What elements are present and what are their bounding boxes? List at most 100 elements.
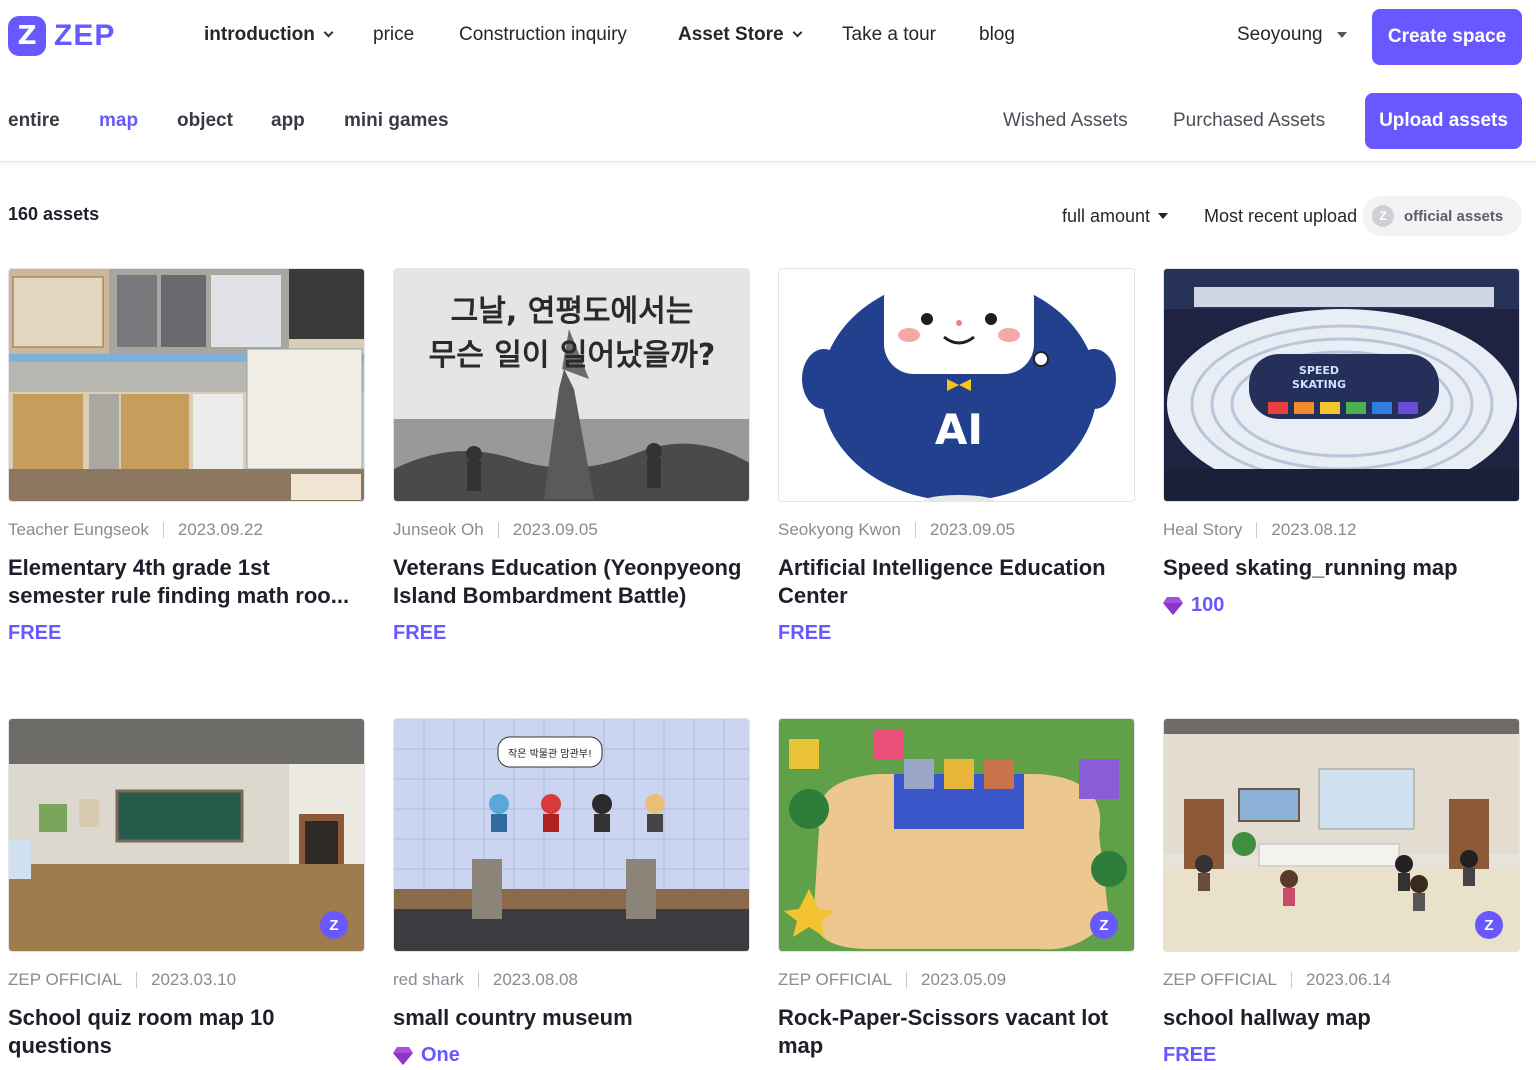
card-meta: ZEP OFFICIAL 2023.06.14: [1163, 970, 1520, 990]
card-price-label: FREE: [8, 622, 62, 644]
card-author[interactable]: Junseok Oh: [393, 520, 484, 540]
meta-divider: [1291, 972, 1292, 988]
asset-card[interactable]: SPEED SKATING Heal Story 2023.08.12 Spee…: [1163, 268, 1520, 617]
map-thumbnail[interactable]: SPEED SKATING: [1163, 268, 1520, 502]
card-title[interactable]: Artificial Intelligence Education Center: [778, 554, 1135, 610]
price-filter-dropdown[interactable]: full amount: [1062, 206, 1169, 227]
asset-card[interactable]: 그날, 연평도에서는 무슨 일이 일어났을까? Junseok Oh 2023.…: [393, 268, 750, 645]
price-filter-label: full amount: [1062, 206, 1151, 226]
classroom-map-image: [9, 269, 364, 501]
card-date: 2023.08.08: [492, 970, 578, 989]
vacant-lot-image: [779, 719, 1134, 951]
zep-official-badge: Z: [320, 911, 348, 939]
map-thumbnail[interactable]: AI: [778, 268, 1135, 502]
asset-card[interactable]: 작은 박물관 맘관부! red shark 2023.08.08 small c…: [393, 718, 750, 1067]
card-meta: Heal Story 2023.08.12: [1163, 520, 1520, 540]
zep-logo[interactable]: Z ZEP: [8, 16, 115, 56]
nav-construction-inquiry[interactable]: Construction inquiry: [459, 24, 627, 46]
meta-divider: [477, 972, 479, 988]
card-date: 2023.09.22: [177, 520, 263, 539]
zep-logo-icon: Z: [8, 16, 46, 56]
card-title[interactable]: small country museum: [393, 1004, 750, 1032]
sort-label: Most recent upload: [1204, 206, 1358, 226]
create-space-button[interactable]: Create space: [1372, 9, 1522, 65]
card-price: 100: [1163, 594, 1520, 617]
nav-take-a-tour[interactable]: Take a tour: [842, 24, 936, 46]
z-icon: Z: [1372, 205, 1394, 227]
nav-blog-label: blog: [979, 24, 1015, 45]
nav-price-label: price: [373, 24, 415, 45]
card-author[interactable]: Teacher Eungseok: [8, 520, 149, 540]
asset-card[interactable]: Z ZEP OFFICIAL 2023.03.10 School quiz ro…: [8, 718, 365, 1060]
map-thumbnail[interactable]: Z: [778, 718, 1135, 952]
card-price: FREE: [393, 622, 750, 645]
card-meta: Seokyong Kwon 2023.09.05: [778, 520, 1135, 540]
user-menu[interactable]: Seoyoung: [1237, 24, 1347, 46]
meta-divider: [136, 972, 137, 988]
map-thumbnail[interactable]: [8, 268, 365, 502]
card-date: 2023.05.09: [921, 970, 1007, 989]
meta-divider: [1256, 522, 1258, 538]
purchased-assets-link[interactable]: Purchased Assets: [1173, 110, 1325, 132]
card-author[interactable]: ZEP OFFICIAL: [8, 970, 122, 990]
tab-object[interactable]: object: [177, 110, 233, 132]
card-date: 2023.09.05: [512, 520, 598, 539]
skating-rink-image: SPEED SKATING: [1164, 269, 1519, 501]
official-assets-toggle[interactable]: Z official assets: [1362, 196, 1522, 236]
nav-introduction-label: introduction: [204, 24, 315, 45]
card-title[interactable]: Elementary 4th grade 1st semester rule f…: [8, 554, 365, 610]
nav-blog[interactable]: blog: [979, 24, 1015, 46]
card-price: FREE: [8, 622, 365, 645]
asset-card[interactable]: Z ZEP OFFICIAL 2023.05.09 Rock-Paper-Sci…: [778, 718, 1135, 1060]
card-author[interactable]: Heal Story: [1163, 520, 1242, 540]
asset-card[interactable]: Z ZEP OFFICIAL 2023.06.14 school hallway…: [1163, 718, 1520, 1067]
upload-assets-button[interactable]: Upload assets: [1365, 93, 1522, 149]
rink-title-2: SKATING: [1292, 378, 1346, 391]
card-price-label: 100: [1191, 594, 1225, 616]
sort-dropdown[interactable]: Most recent upload: [1204, 206, 1376, 227]
card-price: One: [393, 1044, 750, 1067]
map-thumbnail[interactable]: 작은 박물관 맘관부!: [393, 718, 750, 952]
card-title[interactable]: school hallway map: [1163, 1004, 1520, 1032]
map-thumbnail[interactable]: Z: [1163, 718, 1520, 952]
card-meta: Teacher Eungseok 2023.09.22: [8, 520, 365, 540]
tab-mini-games[interactable]: mini games: [344, 110, 449, 132]
nav-take-a-tour-label: Take a tour: [842, 24, 936, 45]
nav-introduction[interactable]: introduction: [204, 24, 334, 46]
tab-entire[interactable]: entire: [8, 110, 60, 132]
asset-card[interactable]: Teacher Eungseok 2023.09.22 Elementary 4…: [8, 268, 365, 645]
quiz-room-image: [9, 719, 364, 951]
poster-headline-2: 무슨 일이 일어났을까?: [429, 338, 716, 373]
card-author[interactable]: ZEP OFFICIAL: [1163, 970, 1277, 990]
speech-bubble-text: 작은 박물관 맘관부!: [508, 748, 592, 760]
asset-count: 160 assets: [8, 204, 100, 224]
museum-map-image: 작은 박물관 맘관부!: [394, 719, 749, 951]
card-title[interactable]: School quiz room map 10 questions: [8, 1004, 365, 1060]
card-meta: ZEP OFFICIAL 2023.03.10: [8, 970, 365, 990]
tab-app[interactable]: app: [271, 110, 305, 132]
card-title[interactable]: Veterans Education (Yeonpyeong Island Bo…: [393, 554, 750, 610]
card-date: 2023.06.14: [1306, 970, 1392, 989]
poster-headline-1: 그날, 연평도에서는: [451, 294, 694, 329]
card-author[interactable]: Seokyong Kwon: [778, 520, 901, 540]
card-author[interactable]: red shark: [393, 970, 464, 990]
zep-official-badge: Z: [1475, 911, 1503, 939]
asset-card[interactable]: AI Seokyong Kwon 2023.09.05 Artificial I…: [778, 268, 1135, 645]
gem-icon: [393, 1046, 413, 1065]
card-author[interactable]: ZEP OFFICIAL: [778, 970, 892, 990]
card-title[interactable]: Speed skating_running map: [1163, 554, 1520, 582]
rink-title-1: SPEED: [1299, 364, 1339, 377]
wished-assets-link[interactable]: Wished Assets: [1003, 110, 1128, 132]
map-thumbnail[interactable]: 그날, 연평도에서는 무슨 일이 일어났을까?: [393, 268, 750, 502]
card-title[interactable]: Rock-Paper-Scissors vacant lot map: [778, 1004, 1135, 1060]
gem-icon: [1163, 596, 1183, 615]
nav-asset-store-label: Asset Store: [678, 24, 784, 45]
user-name: Seoyoung: [1237, 24, 1323, 45]
nav-price[interactable]: price: [373, 24, 414, 46]
nav-asset-store[interactable]: Asset Store: [678, 24, 803, 46]
meta-divider: [906, 972, 907, 988]
map-thumbnail[interactable]: Z: [8, 718, 365, 952]
meta-divider: [162, 522, 164, 538]
tab-map[interactable]: map: [99, 110, 138, 132]
card-meta: ZEP OFFICIAL 2023.05.09: [778, 970, 1135, 990]
